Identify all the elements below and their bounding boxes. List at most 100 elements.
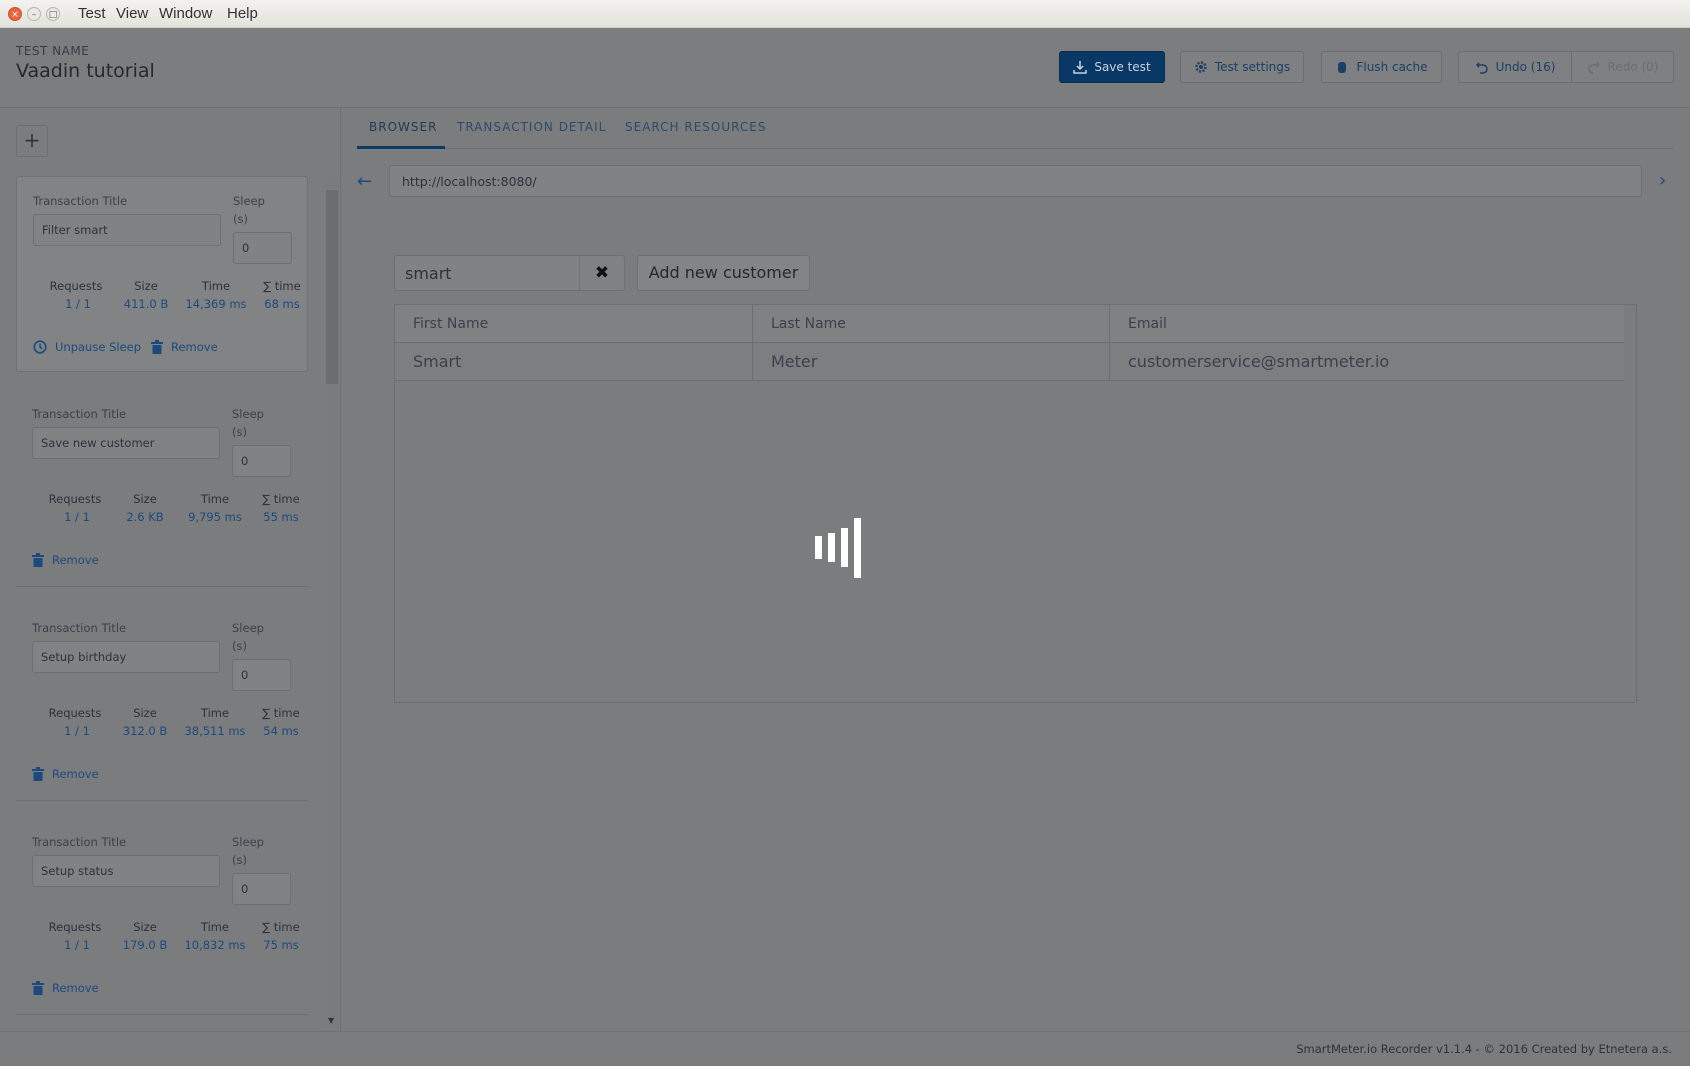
divider [16,586,308,587]
gear-icon [1195,61,1207,73]
stat-time-value: 14,369 ms [185,297,247,311]
stat-time-label: Time [200,706,230,720]
transaction-card[interactable]: Transaction Title Save new customer Slee… [16,390,308,586]
transaction-card[interactable]: Transaction Title Setup birthday Sleep (… [16,604,308,800]
column-header-last-name[interactable]: Last Name [753,305,1110,343]
forward-chevron-icon[interactable]: › [1659,170,1666,191]
redo-label: Redo (0) [1607,60,1659,74]
unpause-sleep-button[interactable]: Unpause Sleep [33,340,141,354]
stat-size-label: Size [133,706,157,720]
sleep-label: Sleep [232,407,264,421]
stat-sum-time-label: ∑ time [262,492,300,506]
trash-icon [151,340,163,354]
sidebar-scrollbar[interactable]: ▼ [326,176,338,1030]
transaction-title-input[interactable]: Filter smart [33,214,221,246]
clear-filter-button[interactable]: ✖ [579,255,625,291]
menu-test[interactable]: Test [78,5,106,22]
stat-requests-label: Requests [48,706,102,720]
flush-cache-button[interactable]: Flush cache [1321,51,1442,83]
redo-icon [1587,62,1600,74]
sleep-unit-label: (s) [232,639,247,653]
undo-button[interactable]: Undo (16) [1458,51,1572,83]
sleep-label: Sleep [232,835,264,849]
divider [16,800,308,801]
stat-time-label: Time [200,920,230,934]
sleep-input[interactable]: 0 [232,445,291,477]
transaction-title-input[interactable]: Setup status [32,855,220,887]
stat-time-value: 9,795 ms [188,510,242,524]
stat-size-value: 312.0 B [122,724,168,738]
url-input[interactable]: http://localhost:8080/ [389,165,1642,197]
menu-view[interactable]: View [116,5,148,22]
filter-input[interactable]: smart [394,255,580,291]
remove-button[interactable]: Remove [32,553,99,567]
tab-search-resources[interactable]: SEARCH RESOURCES [625,120,766,134]
maximize-window-button[interactable]: □ [46,7,60,21]
sleep-label: Sleep [233,194,265,208]
cell-first-name: Smart [395,343,753,380]
action-label: Remove [52,981,99,995]
stat-requests-value: 1 / 1 [64,724,90,738]
transaction-title-label: Transaction Title [32,407,127,421]
stat-requests-value: 1 / 1 [64,938,90,952]
remove-button[interactable]: Remove [32,981,99,995]
transaction-title-label: Transaction Title [33,194,128,208]
stat-requests-label: Requests [48,492,102,506]
stat-sum-time-value: 54 ms [263,724,299,738]
add-transaction-button[interactable]: + [16,125,48,157]
save-test-button[interactable]: Save test [1059,51,1165,83]
cell-email: customerservice@smartmeter.io [1128,352,1390,371]
stat-sum-time-value: 55 ms [263,510,299,524]
transaction-card[interactable]: Transaction Title Filter smart Sleep (s)… [16,176,308,372]
minimize-window-button[interactable]: – [27,7,41,21]
sleep-input[interactable]: 0 [232,873,291,905]
stat-sum-time-value: 75 ms [263,938,299,952]
test-settings-button[interactable]: Test settings [1180,51,1304,83]
tab-transaction-detail[interactable]: TRANSACTION DETAIL [457,120,606,134]
tab-browser[interactable]: BROWSER [369,120,437,134]
divider [16,1014,308,1015]
action-label: Unpause Sleep [55,340,142,354]
redo-button[interactable]: Redo (0) [1571,51,1674,83]
remove-button[interactable]: Remove [151,340,218,354]
column-header-first-name[interactable]: First Name [395,305,753,343]
stat-sum-time-value: 68 ms [264,297,300,311]
stat-size-label: Size [133,492,157,506]
clock-icon [33,340,47,354]
stat-requests-value: 1 / 1 [65,297,91,311]
transaction-card[interactable]: Transaction Title Setup status Sleep (s)… [16,818,308,1014]
stat-size-value: 411.0 B [123,297,169,311]
close-window-button[interactable]: × [8,7,22,21]
active-tab-indicator [357,146,445,149]
download-icon [1073,61,1088,74]
transaction-title-input[interactable]: Setup birthday [32,641,220,673]
trash-icon [32,767,44,781]
save-test-label: Save test [1094,60,1151,74]
stat-size-value: 179.0 B [122,938,168,952]
add-new-customer-button[interactable]: Add new customer [637,255,810,291]
transaction-title-input[interactable]: Save new customer [32,427,220,459]
menu-window[interactable]: Window [159,5,212,22]
remove-button[interactable]: Remove [32,767,99,781]
scrollbar-thumb[interactable] [326,190,338,384]
sleep-input[interactable]: 0 [233,232,292,264]
column-header-email[interactable]: Email [1110,305,1624,343]
menu-help[interactable]: Help [227,5,258,22]
back-arrow-icon[interactable]: ← [357,171,372,192]
action-label: Remove [52,767,99,781]
stat-sum-time-label: ∑ time [262,920,300,934]
database-icon [1338,62,1347,73]
test-name: Vaadin tutorial [16,60,155,82]
loading-spinner-icon [815,518,875,578]
stat-time-value: 38,511 ms [184,724,246,738]
flush-cache-label: Flush cache [1356,60,1428,74]
table-row[interactable]: Smart Meter customerservice@smartmeter.i… [395,343,1624,381]
sleep-input[interactable]: 0 [232,659,291,691]
stat-requests-label: Requests [49,279,103,293]
footer-text: SmartMeter.io Recorder v1.1.4 - © 2016 C… [1296,1042,1672,1056]
stat-time-value: 10,832 ms [184,938,246,952]
undo-icon [1475,62,1488,74]
sleep-unit-label: (s) [232,425,247,439]
trash-icon [32,981,44,995]
scroll-down-arrow-icon[interactable]: ▼ [328,1016,334,1025]
